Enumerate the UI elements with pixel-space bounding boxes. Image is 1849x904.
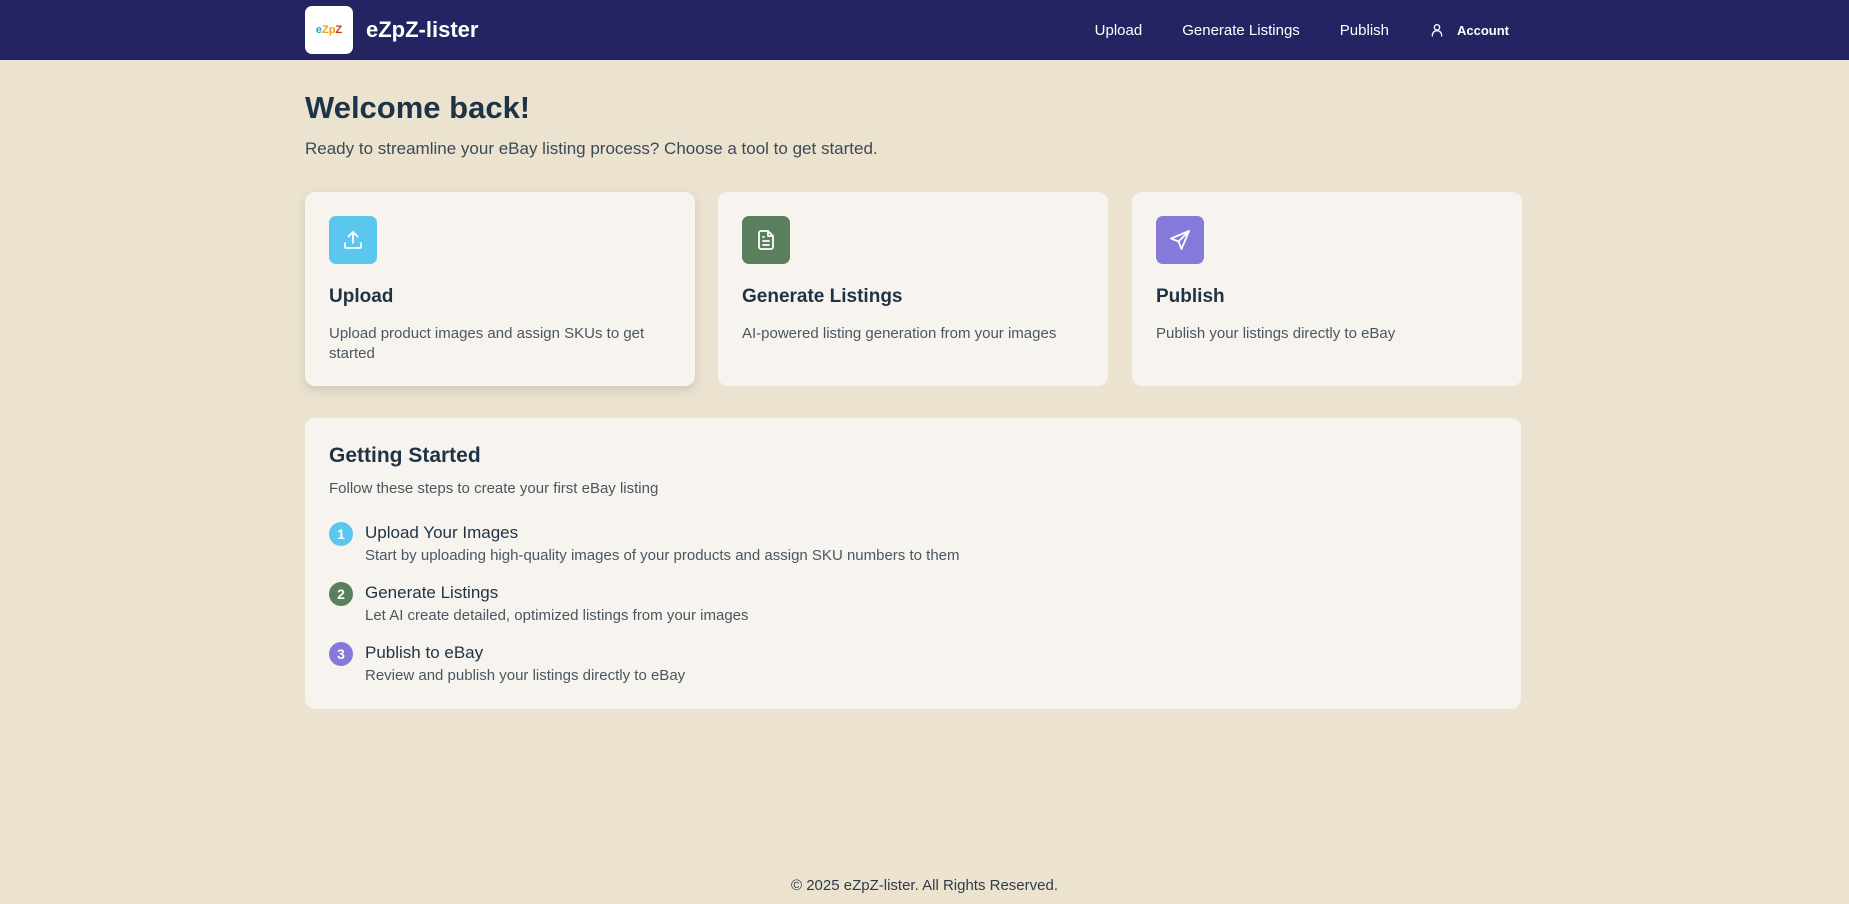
publish-tool-card[interactable]: Publish Publish your listings directly t… (1132, 192, 1522, 386)
brand-name[interactable]: eZpZ-lister (366, 17, 478, 43)
step-number-badge: 2 (329, 582, 353, 606)
step-item: 3 Publish to eBay Review and publish you… (329, 642, 1497, 686)
account-label: Account (1457, 22, 1509, 38)
account-menu-button[interactable]: Account (1429, 22, 1509, 38)
card-title: Upload (329, 286, 394, 307)
step-number-badge: 1 (329, 522, 353, 546)
nav-generate-listings-link[interactable]: Generate Listings (1182, 22, 1300, 39)
top-navigation-inner: e Zp Z eZpZ-lister Upload Generate Listing… (305, 0, 1521, 60)
user-icon (1431, 24, 1443, 37)
document-icon (742, 216, 790, 264)
nav-upload-link[interactable]: Upload (1095, 22, 1143, 39)
step-title: Publish to eBay (365, 643, 484, 662)
footer-copyright: © 2025 eZpZ-lister. All Rights Reserved. (791, 877, 1058, 894)
getting-started-title: Getting Started (329, 444, 481, 467)
card-description: Publish your listings directly to eBay (1156, 325, 1396, 342)
brand[interactable]: e Zp Z eZpZ-lister (305, 6, 478, 54)
step-item: 2 Generate Listings Let AI create detail… (329, 582, 1497, 626)
nav-publish-link[interactable]: Publish (1340, 22, 1389, 39)
card-title: Generate Listings (742, 286, 903, 307)
card-description: Upload product images and assign SKUs to… (329, 325, 645, 362)
app-logo[interactable]: e Zp Z (305, 6, 353, 54)
step-description: Review and publish your listings directl… (365, 667, 686, 684)
step-title: Generate Listings (365, 583, 499, 602)
step-description: Start by uploading high-quality images o… (365, 547, 960, 564)
step-title: Upload Your Images (365, 523, 519, 542)
upload-icon (329, 216, 377, 264)
steps-list: 1 Upload Your Images Start by uploading … (329, 522, 1497, 686)
step-description: Let AI create detailed, optimized listin… (365, 607, 749, 624)
upload-tool-card[interactable]: Upload Upload product images and assign … (305, 192, 695, 386)
generate-listings-tool-card[interactable]: Generate Listings AI-powered listing gen… (718, 192, 1108, 386)
getting-started-panel: Getting Started Follow these steps to cr… (305, 418, 1521, 709)
step-item: 1 Upload Your Images Start by uploading … (329, 522, 1497, 566)
page-subtitle: Ready to streamline your eBay listing pr… (305, 139, 878, 158)
card-title: Publish (1156, 286, 1225, 307)
main-nav: Upload Generate Listings Publish Account (1095, 22, 1509, 39)
page-title: Welcome back! (305, 90, 531, 125)
send-icon (1156, 216, 1204, 264)
top-navigation-bar: e Zp Z eZpZ-lister Upload Generate Listing… (0, 0, 1849, 60)
getting-started-subtitle: Follow these steps to create your first … (329, 480, 659, 497)
step-number-badge: 3 (329, 642, 353, 666)
card-description: AI-powered listing generation from your … (742, 325, 1057, 342)
